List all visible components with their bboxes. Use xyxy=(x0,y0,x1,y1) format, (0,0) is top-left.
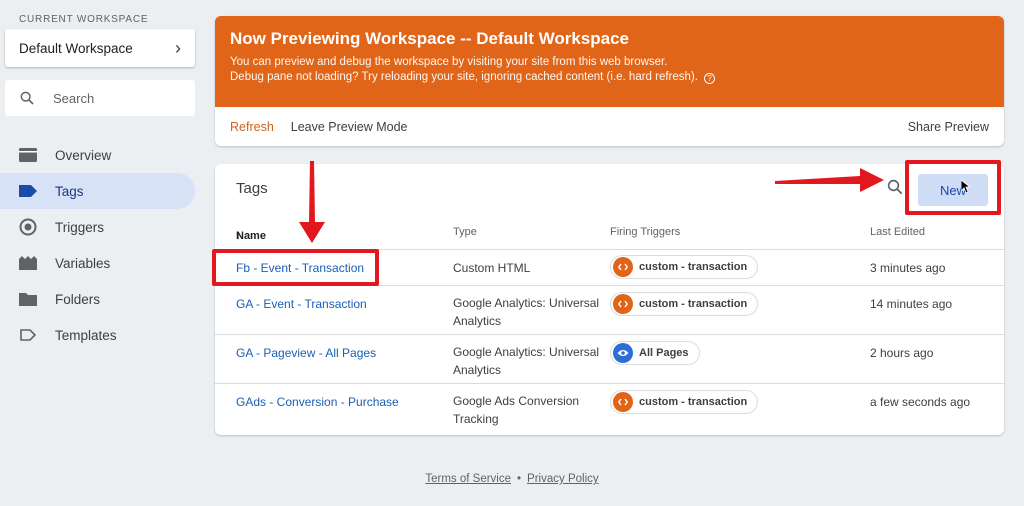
sidebar-item-label: Triggers xyxy=(55,219,105,235)
help-icon[interactable]: ? xyxy=(703,73,715,84)
tag-icon xyxy=(19,182,37,200)
trigger-chip[interactable]: All Pages xyxy=(610,341,700,365)
preview-description: You can preview and debug the workspace … xyxy=(230,56,668,68)
table-row[interactable]: Fb - Event - Transaction Custom HTML cus… xyxy=(212,249,1004,286)
tag-name-link[interactable]: GA - Event - Transaction xyxy=(236,297,367,311)
preview-header: Now Previewing Workspace -- Default Work… xyxy=(215,16,1004,107)
trigger-chip[interactable]: custom - transaction xyxy=(610,390,759,414)
table-row[interactable]: GA - Event - Transaction Google Analytic… xyxy=(215,286,1004,335)
variables-icon xyxy=(19,254,37,272)
table-row[interactable]: GA - Pageview - All Pages Google Analyti… xyxy=(215,335,1004,384)
search-icon xyxy=(20,91,34,105)
preview-title: Now Previewing Workspace -- Default Work… xyxy=(230,29,629,48)
trigger-icon xyxy=(19,218,37,236)
sidebar-nav: Overview Tags Triggers Variables Folders… xyxy=(0,137,195,353)
last-edited: 2 hours ago xyxy=(870,346,934,360)
search-input[interactable]: Search xyxy=(5,80,195,116)
code-icon xyxy=(613,294,633,314)
workspace-name: Default Workspace xyxy=(19,40,133,56)
tag-type: Google Analytics: Universal Analytics xyxy=(453,296,600,328)
table-header: Name ↑ Type Firing Triggers Last Edited xyxy=(215,222,1004,250)
highlight-box xyxy=(905,160,1001,215)
eye-icon xyxy=(613,343,633,363)
terms-link[interactable]: Terms of Service xyxy=(425,473,511,485)
workspace-label: CURRENT WORKSPACE xyxy=(19,14,149,25)
chevron-right-icon: › xyxy=(175,37,181,58)
sidebar-item-tags[interactable]: Tags xyxy=(0,173,195,209)
sidebar-item-variables[interactable]: Variables xyxy=(0,245,195,281)
search-icon[interactable] xyxy=(886,178,904,196)
workspace-selector[interactable]: Default Workspace › xyxy=(5,29,195,67)
tag-type: Google Ads Conversion Tracking xyxy=(453,394,580,426)
tag-name-link[interactable]: GA - Pageview - All Pages xyxy=(236,346,376,360)
sidebar-item-label: Folders xyxy=(55,291,101,307)
preview-actions: Refresh Leave Preview Mode Share Preview xyxy=(215,107,1004,146)
preview-banner: Now Previewing Workspace -- Default Work… xyxy=(215,16,1004,146)
template-icon xyxy=(19,326,37,344)
tag-type: Custom HTML xyxy=(453,261,531,275)
sidebar-item-label: Overview xyxy=(55,147,112,163)
tag-name-link[interactable]: GAds - Conversion - Purchase xyxy=(236,395,399,409)
tag-type: Google Analytics: Universal Analytics xyxy=(453,345,600,377)
folder-icon xyxy=(19,290,37,308)
highlight-box xyxy=(212,249,379,286)
overview-icon xyxy=(19,146,37,164)
refresh-button[interactable]: Refresh xyxy=(230,120,274,134)
last-edited: 14 minutes ago xyxy=(870,297,953,311)
column-type: Type xyxy=(453,226,477,238)
last-edited: 3 minutes ago xyxy=(870,261,946,275)
preview-help-line: Debug pane not loading? Try reloading yo… xyxy=(230,71,989,84)
column-firing-triggers: Firing Triggers xyxy=(610,226,681,238)
column-last-edited: Last Edited xyxy=(870,226,926,238)
code-icon xyxy=(613,392,633,412)
sidebar-item-folders[interactable]: Folders xyxy=(0,281,195,317)
privacy-link[interactable]: Privacy Policy xyxy=(527,473,599,485)
leave-preview-button[interactable]: Leave Preview Mode xyxy=(291,120,408,134)
last-edited: a few seconds ago xyxy=(870,395,971,409)
sort-arrow-icon: ↑ xyxy=(236,230,242,242)
sidebar-item-label: Tags xyxy=(55,183,84,199)
sidebar-item-triggers[interactable]: Triggers xyxy=(0,209,195,245)
sidebar-item-overview[interactable]: Overview xyxy=(0,137,195,173)
sidebar-item-templates[interactable]: Templates xyxy=(0,317,195,353)
footer-separator: • xyxy=(517,473,522,485)
sidebar-item-label: Variables xyxy=(55,255,111,271)
tags-card: Tags New Name ↑ Type Firing Triggers Las… xyxy=(212,160,1004,435)
code-icon xyxy=(613,257,633,277)
search-placeholder: Search xyxy=(53,90,95,106)
preview-help-text: Debug pane not loading? Try reloading yo… xyxy=(230,71,698,83)
trigger-chip[interactable]: custom - transaction xyxy=(610,255,759,279)
footer: Terms of Service • Privacy Policy xyxy=(0,473,1024,485)
sidebar-item-label: Templates xyxy=(55,327,117,343)
tags-title: Tags xyxy=(236,180,268,197)
trigger-chip[interactable]: custom - transaction xyxy=(610,292,759,316)
table-row[interactable]: GAds - Conversion - Purchase Google Ads … xyxy=(215,384,1004,433)
share-preview-button[interactable]: Share Preview xyxy=(908,120,989,134)
mouse-cursor-icon xyxy=(961,180,971,194)
